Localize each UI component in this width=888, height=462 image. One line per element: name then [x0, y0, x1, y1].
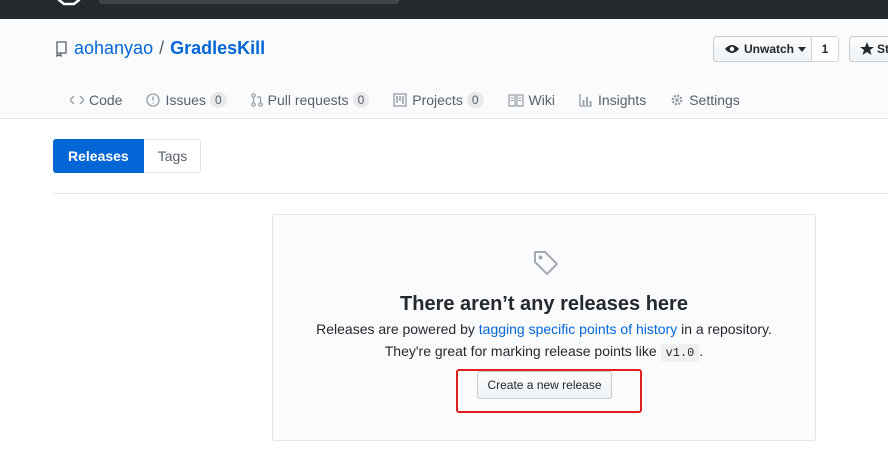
search-input[interactable]	[99, 0, 399, 4]
issues-counter: 0	[209, 92, 227, 108]
tab-label: Settings	[689, 92, 740, 108]
tab-label: Wiki	[528, 92, 555, 108]
repo-title: aohanyao / GradlesKill	[54, 38, 265, 59]
gear-icon	[671, 94, 683, 106]
book-icon	[507, 93, 524, 107]
blankslate: There aren’t any releases here Releases …	[272, 214, 816, 441]
tab-label: Pull requests	[267, 92, 349, 108]
tab-label: Code	[89, 92, 123, 108]
caret-down-icon	[798, 46, 807, 52]
eye-icon	[725, 45, 739, 53]
divider	[53, 193, 888, 194]
star-icon	[860, 42, 874, 55]
hint-prefix: They're great for marking release points…	[384, 343, 657, 359]
tab-wiki[interactable]: Wiki	[507, 92, 555, 108]
tab-label: Projects	[412, 92, 463, 108]
unwatch-label: Unwatch	[744, 42, 795, 56]
blankslate-hint: They're great for marking release points…	[273, 343, 815, 362]
description-prefix: Releases are powered by	[316, 321, 475, 337]
tab-pull-requests[interactable]: Pull requests 0	[250, 92, 370, 108]
tab-insights[interactable]: Insights	[579, 92, 646, 108]
blankslate-description: Releases are powered by tagging specific…	[273, 321, 815, 337]
repo-header: aohanyao / GradlesKill Unwatch 1 St Code…	[0, 19, 888, 119]
tab-label: Issues	[165, 92, 206, 108]
hint-suffix: .	[699, 343, 704, 359]
tab-settings[interactable]: Settings	[670, 92, 740, 108]
global-header	[0, 0, 888, 19]
issue-icon	[146, 93, 161, 107]
projects-counter: 0	[466, 92, 484, 108]
version-example: v1.0	[660, 344, 700, 362]
tags-tab[interactable]: Tags	[143, 139, 201, 173]
create-new-release-button[interactable]: Create a new release	[477, 371, 612, 399]
github-logo-icon[interactable]	[56, 0, 82, 6]
tag-icon	[534, 251, 558, 275]
star-button[interactable]: St	[849, 36, 888, 62]
star-label: St	[877, 42, 888, 56]
repo-nav: Code Issues 0 Pull requests 0 Projects 0…	[70, 92, 764, 108]
tab-label: Insights	[597, 92, 647, 108]
path-separator: /	[159, 38, 165, 58]
tagging-help-link[interactable]: tagging specific points of history	[479, 321, 677, 337]
pull-request-icon	[250, 93, 263, 107]
code-icon	[70, 95, 84, 105]
repo-icon	[56, 40, 67, 57]
pull-requests-counter: 0	[352, 92, 370, 108]
blankslate-title: There aren’t any releases here	[400, 293, 688, 315]
unwatch-button[interactable]: Unwatch	[713, 36, 812, 62]
releases-tab[interactable]: Releases	[53, 139, 144, 173]
tab-issues[interactable]: Issues 0	[146, 92, 227, 108]
project-icon	[393, 93, 407, 107]
repo-name-link[interactable]: GradlesKill	[170, 38, 265, 59]
graph-icon	[579, 94, 592, 107]
watchers-count[interactable]: 1	[811, 36, 839, 62]
tab-code[interactable]: Code	[70, 92, 122, 108]
tab-projects[interactable]: Projects 0	[393, 92, 484, 108]
description-suffix: in a repository.	[681, 321, 772, 337]
releases-subnav: Releases Tags	[53, 139, 201, 173]
repo-owner-link[interactable]: aohanyao	[74, 38, 153, 59]
